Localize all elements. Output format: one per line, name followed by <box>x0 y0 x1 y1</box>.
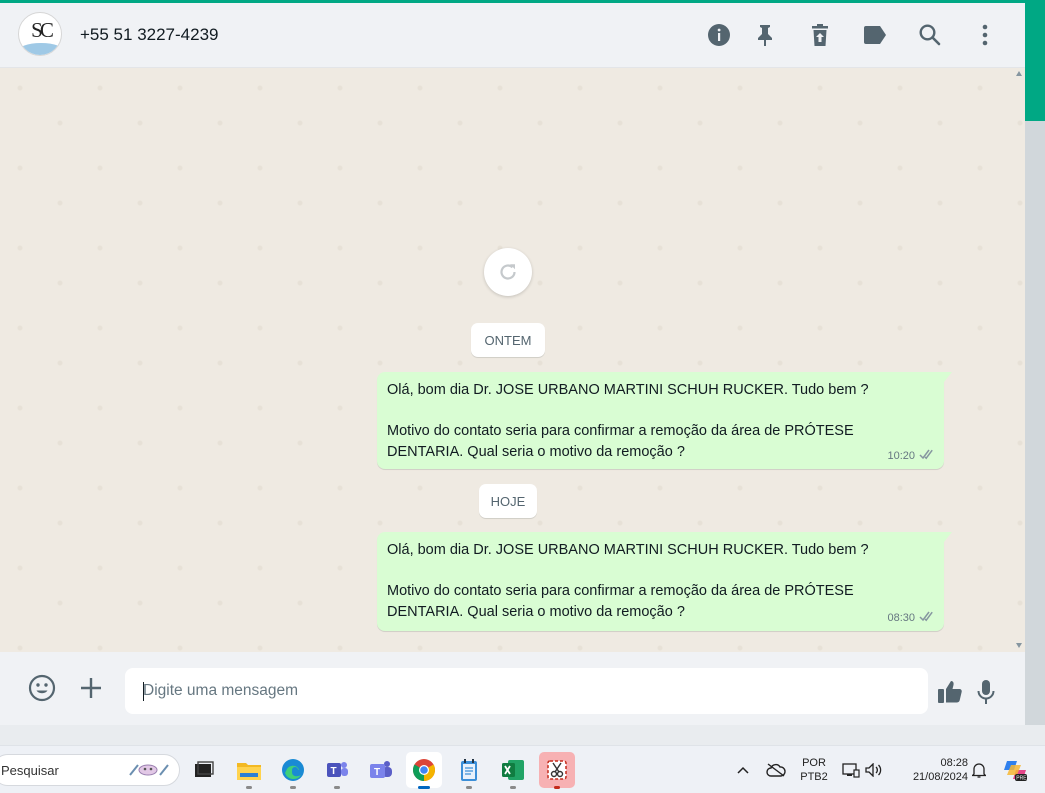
scroll-up-arrow[interactable] <box>1016 71 1022 76</box>
volume-icon[interactable] <box>864 746 884 793</box>
chat-header: SC +55 51 3227-4239 <box>0 3 1025 68</box>
contact-avatar[interactable]: SC <box>18 12 62 56</box>
windows-taskbar: Pesquisar T T POR PTB2 08:28 21/08/2024 … <box>0 745 1045 793</box>
reload-icon[interactable] <box>484 248 532 296</box>
delete-icon[interactable] <box>806 21 834 49</box>
info-icon[interactable] <box>705 21 733 49</box>
message-line: Olá, bom dia Dr. JOSE URBANO MARTINI SCH… <box>387 542 869 558</box>
file-explorer-icon[interactable] <box>231 752 267 789</box>
message-line: Motivo do contato seria para confirmar a… <box>387 583 854 599</box>
message-input[interactable] <box>125 668 928 714</box>
message-line: DENTARIA. Qual seria o motivo da remoção… <box>387 604 685 620</box>
clock-date: 21/08/2024 <box>912 771 968 783</box>
chevron-up-icon[interactable] <box>734 746 752 793</box>
snipping-tool-icon[interactable] <box>539 752 575 789</box>
message-composer <box>0 652 1025 725</box>
message-bubble[interactable]: Olá, bom dia Dr. JOSE URBANO MARTINI SCH… <box>377 532 952 631</box>
task-view-icon[interactable] <box>186 752 222 788</box>
edge-icon[interactable] <box>275 752 311 789</box>
contact-name[interactable]: +55 51 3227-4239 <box>80 25 219 45</box>
input-language-indicator[interactable]: POR PTB2 <box>796 756 832 784</box>
cloud-offline-icon[interactable] <box>764 746 788 793</box>
message-time: 08:30 <box>887 612 915 624</box>
notepad-icon[interactable] <box>451 752 487 789</box>
search-highlight-icon <box>128 761 170 782</box>
message-line: DENTARIA. Qual seria o motivo da remoção… <box>387 444 685 460</box>
scroll-down-arrow[interactable] <box>1016 643 1022 648</box>
chat-area[interactable]: ONTEM Olá, bom dia Dr. JOSE URBANO MARTI… <box>0 68 1025 652</box>
date-chip-today: HOJE <box>479 484 537 518</box>
window-bottom-gap <box>0 725 1045 745</box>
whatsapp-window: SC +55 51 3227-4239 ONTEM Olá, bom dia D… <box>0 0 1045 793</box>
message-bubble[interactable]: Olá, bom dia Dr. JOSE URBANO MARTINI SCH… <box>377 372 952 469</box>
avatar-monogram: SC <box>31 18 54 42</box>
teams-classic-icon[interactable]: T <box>319 752 355 789</box>
thumbs-up-icon[interactable] <box>934 676 966 708</box>
teams-icon[interactable]: T <box>363 752 399 788</box>
double-check-icon <box>919 609 936 627</box>
window-right-edge <box>1025 3 1045 745</box>
svg-text:T: T <box>331 766 337 777</box>
notification-bell-icon[interactable] <box>969 746 989 793</box>
taskbar-search-box[interactable]: Pesquisar <box>0 754 180 786</box>
excel-icon[interactable] <box>495 752 531 789</box>
message-time: 10:20 <box>887 450 915 462</box>
message-meta: 10:20 <box>887 447 936 465</box>
chrome-icon[interactable] <box>406 752 442 789</box>
clock-time: 08:28 <box>940 757 968 769</box>
network-icon[interactable] <box>841 746 861 793</box>
label-icon[interactable] <box>861 21 889 49</box>
pin-icon[interactable] <box>751 21 779 49</box>
message-line: Olá, bom dia Dr. JOSE URBANO MARTINI SCH… <box>387 382 869 398</box>
date-chip-yesterday: ONTEM <box>471 323 545 357</box>
emoji-icon[interactable] <box>26 672 58 704</box>
svg-text:T: T <box>374 767 380 778</box>
attach-plus-icon[interactable] <box>75 672 107 704</box>
copilot-icon[interactable]: PRE <box>1000 746 1030 793</box>
system-clock[interactable]: 08:28 21/08/2024 <box>896 756 968 784</box>
svg-text:PRE: PRE <box>1016 776 1027 782</box>
keyboard-layout: PTB2 <box>800 771 828 783</box>
avatar-wave-art <box>19 43 61 55</box>
taskbar-search-label: Pesquisar <box>1 763 59 778</box>
language-code: POR <box>802 757 826 769</box>
more-icon[interactable] <box>971 21 999 49</box>
microphone-icon[interactable] <box>970 676 1002 708</box>
search-icon[interactable] <box>916 21 944 49</box>
accent-strip <box>1025 3 1045 121</box>
message-meta: 08:30 <box>887 609 936 627</box>
message-line: Motivo do contato seria para confirmar a… <box>387 423 854 439</box>
text-caret <box>143 682 144 701</box>
double-check-icon <box>919 447 936 465</box>
